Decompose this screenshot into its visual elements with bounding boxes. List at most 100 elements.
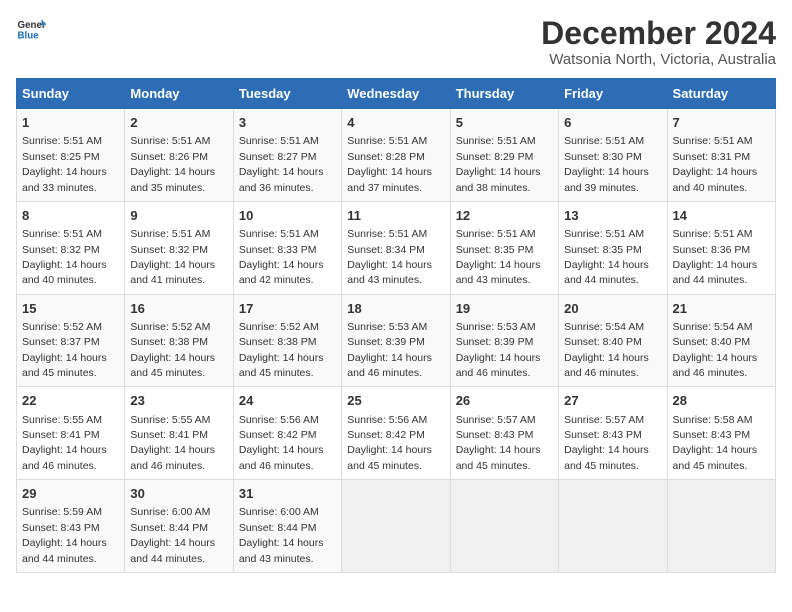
sunrise-text: Sunrise: 5:53 AM bbox=[456, 321, 536, 333]
daylight-text: Daylight: 14 hours and 46 minutes. bbox=[130, 444, 215, 471]
subtitle: Watsonia North, Victoria, Australia bbox=[541, 51, 776, 68]
daylight-text: Daylight: 14 hours and 36 minutes. bbox=[239, 166, 324, 193]
sunrise-text: Sunrise: 6:00 AM bbox=[239, 506, 319, 518]
daylight-text: Daylight: 14 hours and 43 minutes. bbox=[456, 259, 541, 286]
sunrise-text: Sunrise: 5:57 AM bbox=[564, 414, 644, 426]
header-monday: Monday bbox=[125, 79, 233, 109]
calendar-cell: 13Sunrise: 5:51 AMSunset: 8:35 PMDayligh… bbox=[559, 201, 667, 294]
calendar-cell: 28 Sunrise: 5:58 AM Sunset: 8:43 PM Dayligh… bbox=[667, 387, 775, 480]
day-number: 13 bbox=[564, 207, 661, 225]
sunrise-text: Sunrise: 5:51 AM bbox=[673, 135, 753, 147]
sunrise-text: Sunrise: 5:55 AM bbox=[22, 414, 102, 426]
day-number: 28 bbox=[673, 392, 770, 410]
sunrise-text: Sunrise: 5:55 AM bbox=[130, 414, 210, 426]
page-header: General Blue December 2024 Watsonia Nort… bbox=[16, 16, 776, 68]
sunrise-text: Sunrise: 5:58 AM bbox=[673, 414, 753, 426]
calendar-cell bbox=[342, 480, 450, 573]
day-number: 21 bbox=[673, 300, 770, 318]
day-number: 5 bbox=[456, 114, 553, 132]
day-number: 16 bbox=[130, 300, 227, 318]
calendar-table: SundayMondayTuesdayWednesdayThursdayFrid… bbox=[16, 78, 776, 573]
sunset-text: Sunset: 8:38 PM bbox=[239, 336, 317, 348]
daylight-text: Daylight: 14 hours and 43 minutes. bbox=[239, 537, 324, 564]
calendar-cell bbox=[559, 480, 667, 573]
calendar-cell: 8Sunrise: 5:51 AMSunset: 8:32 PMDaylight… bbox=[17, 201, 125, 294]
daylight-text: Daylight: 14 hours and 46 minutes. bbox=[239, 444, 324, 471]
daylight-text: Daylight: 14 hours and 45 minutes. bbox=[673, 444, 758, 471]
sunset-text: Sunset: 8:36 PM bbox=[673, 244, 751, 256]
sunset-text: Sunset: 8:30 PM bbox=[564, 151, 642, 163]
week-row-5: 29Sunrise: 5:59 AMSunset: 8:43 PMDayligh… bbox=[17, 480, 776, 573]
header-friday: Friday bbox=[559, 79, 667, 109]
daylight-text: Daylight: 14 hours and 37 minutes. bbox=[347, 166, 432, 193]
calendar-cell: 27Sunrise: 5:57 AMSunset: 8:43 PMDayligh… bbox=[559, 387, 667, 480]
sunset-text: Sunset: 8:34 PM bbox=[347, 244, 425, 256]
sunrise-text: Sunrise: 5:51 AM bbox=[347, 228, 427, 240]
daylight-text: Daylight: 14 hours and 46 minutes. bbox=[347, 352, 432, 379]
sunset-text: Sunset: 8:42 PM bbox=[239, 429, 317, 441]
sunset-text: Sunset: 8:25 PM bbox=[22, 151, 100, 163]
sunrise-text: Sunrise: 5:54 AM bbox=[564, 321, 644, 333]
day-number: 31 bbox=[239, 485, 336, 503]
sunset-text: Sunset: 8:32 PM bbox=[22, 244, 100, 256]
day-number: 9 bbox=[130, 207, 227, 225]
calendar-cell: 6Sunrise: 5:51 AMSunset: 8:30 PMDaylight… bbox=[559, 109, 667, 202]
sunset-text: Sunset: 8:40 PM bbox=[564, 336, 642, 348]
sunrise-text: Sunrise: 5:51 AM bbox=[130, 228, 210, 240]
sunset-text: Sunset: 8:42 PM bbox=[347, 429, 425, 441]
sunrise-text: Sunrise: 5:51 AM bbox=[564, 135, 644, 147]
title-block: December 2024 Watsonia North, Victoria, … bbox=[541, 16, 776, 68]
sunset-text: Sunset: 8:28 PM bbox=[347, 151, 425, 163]
daylight-text: Daylight: 14 hours and 44 minutes. bbox=[673, 259, 758, 286]
sunrise-text: Sunrise: 5:57 AM bbox=[456, 414, 536, 426]
calendar-cell: 5Sunrise: 5:51 AMSunset: 8:29 PMDaylight… bbox=[450, 109, 558, 202]
daylight-text: Daylight: 14 hours and 46 minutes. bbox=[673, 352, 758, 379]
day-number: 19 bbox=[456, 300, 553, 318]
main-title: December 2024 bbox=[541, 16, 776, 51]
calendar-cell: 30Sunrise: 6:00 AMSunset: 8:44 PMDayligh… bbox=[125, 480, 233, 573]
calendar-cell: 22Sunrise: 5:55 AMSunset: 8:41 PMDayligh… bbox=[17, 387, 125, 480]
sunset-text: Sunset: 8:44 PM bbox=[130, 522, 208, 534]
calendar-cell: 19Sunrise: 5:53 AMSunset: 8:39 PMDayligh… bbox=[450, 294, 558, 387]
calendar-cell: 26Sunrise: 5:57 AMSunset: 8:43 PMDayligh… bbox=[450, 387, 558, 480]
day-number: 27 bbox=[564, 392, 661, 410]
calendar-cell: 3Sunrise: 5:51 AMSunset: 8:27 PMDaylight… bbox=[233, 109, 341, 202]
header-saturday: Saturday bbox=[667, 79, 775, 109]
day-number: 15 bbox=[22, 300, 119, 318]
sunrise-text: Sunrise: 5:54 AM bbox=[673, 321, 753, 333]
calendar-cell: 2Sunrise: 5:51 AMSunset: 8:26 PMDaylight… bbox=[125, 109, 233, 202]
calendar-cell: 25Sunrise: 5:56 AMSunset: 8:42 PMDayligh… bbox=[342, 387, 450, 480]
sunset-text: Sunset: 8:44 PM bbox=[239, 522, 317, 534]
day-number: 20 bbox=[564, 300, 661, 318]
calendar-cell: 4Sunrise: 5:51 AMSunset: 8:28 PMDaylight… bbox=[342, 109, 450, 202]
daylight-text: Daylight: 14 hours and 39 minutes. bbox=[564, 166, 649, 193]
sunrise-text: Sunrise: 6:00 AM bbox=[130, 506, 210, 518]
sunset-text: Sunset: 8:27 PM bbox=[239, 151, 317, 163]
day-number: 29 bbox=[22, 485, 119, 503]
header-thursday: Thursday bbox=[450, 79, 558, 109]
daylight-text: Daylight: 14 hours and 45 minutes. bbox=[239, 352, 324, 379]
calendar-cell bbox=[667, 480, 775, 573]
week-row-1: 1Sunrise: 5:51 AMSunset: 8:25 PMDaylight… bbox=[17, 109, 776, 202]
daylight-text: Daylight: 14 hours and 43 minutes. bbox=[347, 259, 432, 286]
calendar-cell: 12Sunrise: 5:51 AMSunset: 8:35 PMDayligh… bbox=[450, 201, 558, 294]
sunrise-text: Sunrise: 5:51 AM bbox=[564, 228, 644, 240]
header-tuesday: Tuesday bbox=[233, 79, 341, 109]
day-number: 8 bbox=[22, 207, 119, 225]
calendar-cell: 18Sunrise: 5:53 AMSunset: 8:39 PMDayligh… bbox=[342, 294, 450, 387]
sunrise-text: Sunrise: 5:52 AM bbox=[130, 321, 210, 333]
sunset-text: Sunset: 8:39 PM bbox=[347, 336, 425, 348]
daylight-text: Daylight: 14 hours and 41 minutes. bbox=[130, 259, 215, 286]
header-wednesday: Wednesday bbox=[342, 79, 450, 109]
sunset-text: Sunset: 8:43 PM bbox=[456, 429, 534, 441]
sunrise-text: Sunrise: 5:51 AM bbox=[673, 228, 753, 240]
sunset-text: Sunset: 8:43 PM bbox=[22, 522, 100, 534]
daylight-text: Daylight: 14 hours and 33 minutes. bbox=[22, 166, 107, 193]
calendar-cell: 11Sunrise: 5:51 AMSunset: 8:34 PMDayligh… bbox=[342, 201, 450, 294]
calendar-cell: 23Sunrise: 5:55 AMSunset: 8:41 PMDayligh… bbox=[125, 387, 233, 480]
svg-text:Blue: Blue bbox=[18, 31, 40, 42]
daylight-text: Daylight: 14 hours and 44 minutes. bbox=[564, 259, 649, 286]
sunset-text: Sunset: 8:43 PM bbox=[673, 429, 751, 441]
day-number: 14 bbox=[673, 207, 770, 225]
calendar-cell: 14 Sunrise: 5:51 AM Sunset: 8:36 PM Dayligh… bbox=[667, 201, 775, 294]
